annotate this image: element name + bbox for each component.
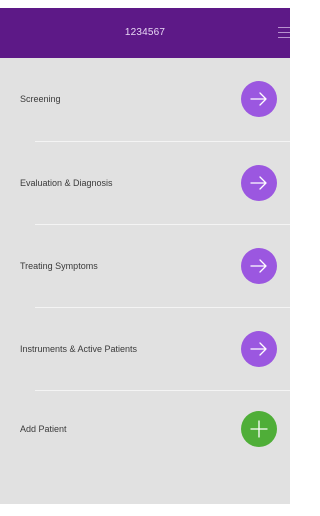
- arrow-right-icon: [241, 248, 277, 284]
- menu-item-treating-symptoms[interactable]: Treating Symptoms: [0, 225, 290, 307]
- menu-item-label: Add Patient: [20, 424, 67, 434]
- menu-item-add-patient[interactable]: Add Patient: [0, 388, 290, 470]
- treating-symptoms-arrow-button[interactable]: [241, 248, 277, 284]
- app-screen: 1234567 Screening Evaluation & Diagnosis: [0, 0, 290, 516]
- menu-item-label: Treating Symptoms: [20, 261, 98, 271]
- top-bar: 1234567: [0, 8, 290, 58]
- add-patient-button[interactable]: [241, 411, 277, 447]
- menu-item-instruments-active-patients[interactable]: Instruments & Active Patients: [0, 308, 290, 390]
- menu-item-label: Screening: [20, 94, 61, 104]
- plus-icon: [241, 411, 277, 447]
- menu-list: Screening Evaluation & Diagnosis Treatin…: [0, 58, 290, 504]
- patient-id-title: 1234567: [124, 27, 166, 38]
- arrow-right-icon: [241, 165, 277, 201]
- menu-item-label: Evaluation & Diagnosis: [20, 178, 113, 188]
- arrow-right-icon: [241, 331, 277, 367]
- instruments-arrow-button[interactable]: [241, 331, 277, 367]
- menu-item-label: Instruments & Active Patients: [20, 344, 138, 354]
- menu-item-evaluation-diagnosis[interactable]: Evaluation & Diagnosis: [0, 142, 290, 224]
- evaluation-arrow-button[interactable]: [241, 165, 277, 201]
- menu-item-screening[interactable]: Screening: [0, 58, 290, 140]
- screening-arrow-button[interactable]: [241, 81, 277, 117]
- hamburger-icon[interactable]: [274, 22, 290, 42]
- arrow-right-icon: [241, 81, 277, 117]
